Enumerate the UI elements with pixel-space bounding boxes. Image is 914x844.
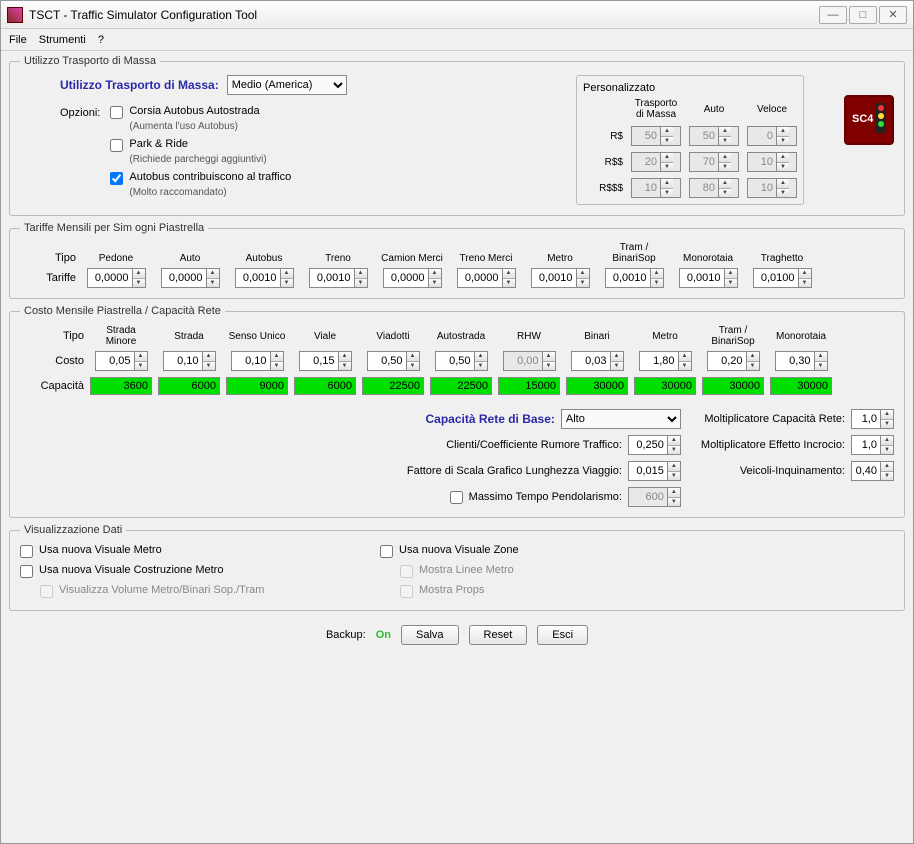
minimize-button[interactable]: — (819, 6, 847, 24)
fare-auto[interactable]: ▲▼ (161, 268, 220, 288)
cap-monorotaia: 30000 (770, 377, 832, 395)
cost-group: Costo Mensile Piastrella / Capacità Rete… (9, 305, 905, 518)
custom-group: Personalizzato Trasporto di Massa Auto V… (576, 75, 804, 205)
save-button[interactable]: Salva (401, 625, 459, 645)
cap-viale: 6000 (294, 377, 356, 395)
fare-trenomerci[interactable]: ▲▼ (457, 268, 516, 288)
base-cap-select[interactable]: Alto (561, 409, 681, 429)
noise-coeff[interactable]: ▲▼ (628, 435, 681, 455)
veh-pollution[interactable]: ▲▼ (851, 461, 894, 481)
dv-zone-view[interactable] (380, 545, 393, 558)
app-icon (7, 7, 23, 23)
dataview-group: Visualizzazione Dati Usa nuova Visuale M… (9, 524, 905, 611)
dv-metro-build[interactable] (20, 565, 33, 578)
fare-camion[interactable]: ▲▼ (383, 268, 442, 288)
r3-mt: ▲▼ (631, 178, 681, 198)
fare-tram[interactable]: ▲▼ (605, 268, 664, 288)
cost-rhw: ▲▼ (503, 351, 556, 371)
sc4-logo-icon: SC4 (844, 95, 894, 145)
r3-auto: ▲▼ (689, 178, 739, 198)
fare-pedone[interactable]: ▲▼ (87, 268, 146, 288)
cost-viale[interactable]: ▲▼ (299, 351, 352, 371)
window-title: TSCT - Traffic Simulator Configuration T… (29, 8, 819, 22)
r2-speed: ▲▼ (747, 152, 797, 172)
dv-show-lines (400, 565, 413, 578)
dv-show-props (400, 585, 413, 598)
r1-speed: ▲▼ (747, 126, 797, 146)
exit-button[interactable]: Esci (537, 625, 588, 645)
r3-speed: ▲▼ (747, 178, 797, 198)
fare-treno[interactable]: ▲▼ (309, 268, 368, 288)
reset-button[interactable]: Reset (469, 625, 528, 645)
cap-viadotti: 22500 (362, 377, 424, 395)
fare-autobus[interactable]: ▲▼ (235, 268, 294, 288)
r2-mt: ▲▼ (631, 152, 681, 172)
cost-monorotaia[interactable]: ▲▼ (775, 351, 828, 371)
menu-help[interactable]: ? (98, 34, 104, 46)
cap-strada: 6000 (158, 377, 220, 395)
max-commute-check[interactable] (450, 491, 463, 504)
cap-senso-unico: 9000 (226, 377, 288, 395)
menu-tools[interactable]: Strumenti (39, 34, 86, 46)
mult-intersection[interactable]: ▲▼ (851, 435, 894, 455)
mass-transit-label: Utilizzo Trasporto di Massa: (60, 78, 219, 92)
app-window: TSCT - Traffic Simulator Configuration T… (0, 0, 914, 844)
cost-senso-unico[interactable]: ▲▼ (231, 351, 284, 371)
cap-metro: 30000 (634, 377, 696, 395)
dv-metro-volume (40, 585, 53, 598)
cost-strada[interactable]: ▲▼ (163, 351, 216, 371)
backup-status: On (376, 629, 391, 641)
dataview-legend: Visualizzazione Dati (20, 524, 126, 536)
mass-transit-legend: Utilizzo Trasporto di Massa (20, 55, 160, 67)
options-label: Opzioni: (60, 105, 100, 204)
fare-metro[interactable]: ▲▼ (531, 268, 590, 288)
mult-cap[interactable]: ▲▼ (851, 409, 894, 429)
maximize-button[interactable]: □ (849, 6, 877, 24)
menubar: File Strumenti ? (1, 29, 913, 51)
cap-binari: 30000 (566, 377, 628, 395)
fares-legend: Tariffe Mensili per Sim ogni Piastrella (20, 222, 208, 234)
cost-metro[interactable]: ▲▼ (639, 351, 692, 371)
trip-scale[interactable]: ▲▼ (628, 461, 681, 481)
opt-park-ride[interactable] (110, 139, 123, 152)
cost-viadotti[interactable]: ▲▼ (367, 351, 420, 371)
cost-binari[interactable]: ▲▼ (571, 351, 624, 371)
cap-tram: 30000 (702, 377, 764, 395)
close-button[interactable]: ✕ (879, 6, 907, 24)
cap-autostrada: 22500 (430, 377, 492, 395)
cap-rhw: 15000 (498, 377, 560, 395)
cap-strada-minore: 3600 (90, 377, 152, 395)
dv-metro-view[interactable] (20, 545, 33, 558)
cost-autostrada[interactable]: ▲▼ (435, 351, 488, 371)
opt-bus-traffic[interactable] (110, 172, 123, 185)
mass-transit-preset[interactable]: Medio (America) (227, 75, 347, 95)
cost-strada-minore[interactable]: ▲▼ (95, 351, 148, 371)
fare-traghetto[interactable]: ▲▼ (753, 268, 812, 288)
r1-auto: ▲▼ (689, 126, 739, 146)
opt-bus-highway[interactable] (110, 106, 123, 119)
fare-monorotaia[interactable]: ▲▼ (679, 268, 738, 288)
titlebar: TSCT - Traffic Simulator Configuration T… (1, 1, 913, 29)
fares-group: Tariffe Mensili per Sim ogni Piastrella … (9, 222, 905, 299)
custom-title: Personalizzato (583, 82, 797, 94)
base-cap-label: Capacità Rete di Base: (426, 412, 555, 426)
backup-label: Backup: (326, 629, 366, 641)
cost-legend: Costo Mensile Piastrella / Capacità Rete (20, 305, 225, 317)
r2-auto: ▲▼ (689, 152, 739, 172)
max-commute-val: ▲▼ (628, 487, 681, 507)
mass-transit-group: Utilizzo Trasporto di Massa Utilizzo Tra… (9, 55, 905, 216)
menu-file[interactable]: File (9, 34, 27, 46)
r1-mt: ▲▼ (631, 126, 681, 146)
cost-tram[interactable]: ▲▼ (707, 351, 760, 371)
